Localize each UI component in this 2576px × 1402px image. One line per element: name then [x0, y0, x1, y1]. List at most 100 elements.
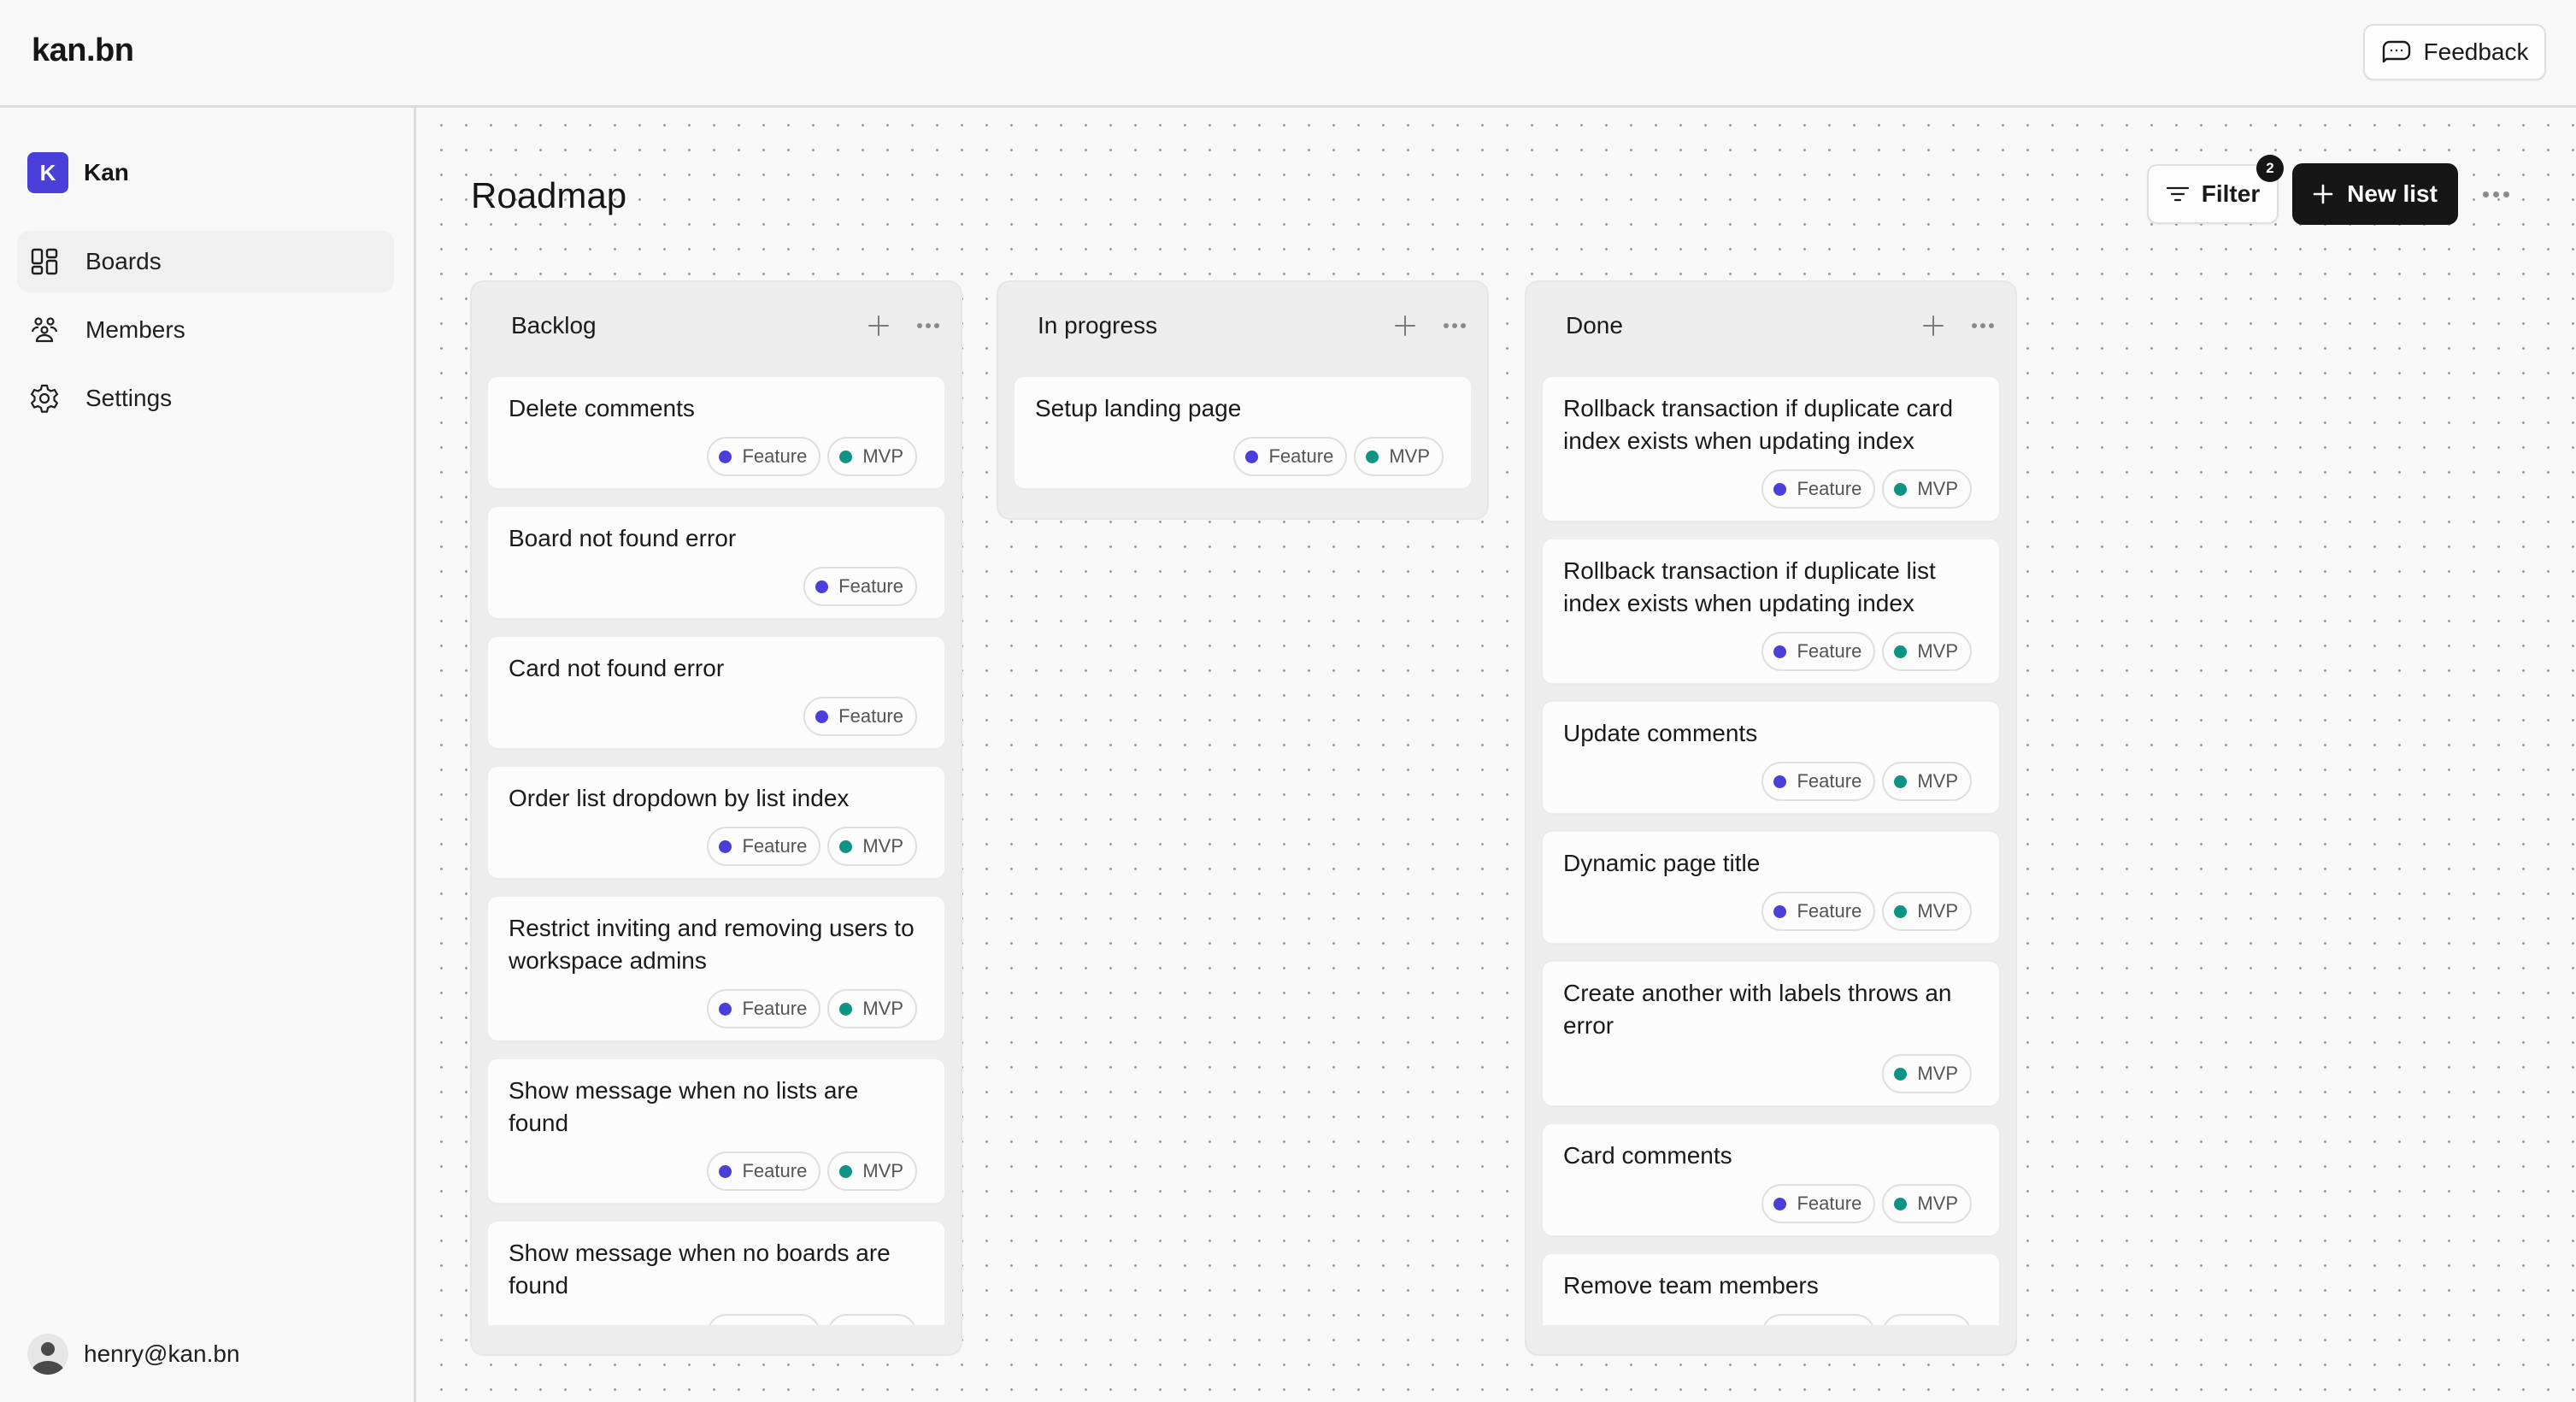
card[interactable]: Show message when no lists are found Feat… — [487, 1058, 945, 1204]
label-feature[interactable]: Feature — [1761, 1184, 1876, 1223]
card-title: Restrict inviting and removing users to … — [509, 915, 915, 974]
card[interactable]: Card not found error Feature — [487, 636, 945, 749]
dot — [2482, 191, 2489, 197]
label-text: MVP — [862, 1160, 903, 1181]
list-title[interactable]: In progress — [1038, 312, 1157, 339]
label-color-dot — [719, 839, 732, 853]
filter-count-badge: 2 — [2256, 155, 2284, 182]
label-text: Feature — [1797, 1193, 1862, 1214]
dot — [1452, 323, 1457, 328]
label-color-dot — [1894, 482, 1908, 496]
avatar-head-shape — [41, 1342, 55, 1356]
label-mvp[interactable]: MVP — [1882, 1184, 1972, 1223]
label-text: Feature — [742, 998, 808, 1019]
label-feature[interactable]: Feature — [803, 567, 917, 606]
filter-icon — [2166, 186, 2189, 202]
card-list: Setup landing page Feature MVP — [1014, 376, 1472, 518]
card-labels: Feature MVP — [509, 989, 924, 1028]
label-mvp[interactable]: MVP — [1354, 437, 1444, 476]
list-more-options-icon[interactable] — [1971, 323, 1995, 328]
label-feature[interactable]: Feature — [803, 697, 917, 736]
sidebar-item-label: Boards — [85, 248, 162, 274]
dot — [1444, 323, 1449, 328]
label-color-dot — [839, 1164, 853, 1178]
label-feature[interactable]: Feature — [1761, 1314, 1876, 1325]
workspace-switcher[interactable]: K Kan — [27, 152, 129, 193]
label-feature[interactable]: Feature — [707, 437, 821, 476]
card-title: Rollback transaction if duplicate card i… — [1563, 395, 1954, 454]
sidebar-item-settings[interactable]: Settings — [17, 368, 394, 429]
label-color-dot — [1894, 645, 1908, 658]
label-feature[interactable]: Feature — [707, 1314, 821, 1325]
add-card-icon[interactable] — [1921, 314, 1945, 338]
card-title: Order list dropdown by list index — [509, 785, 850, 811]
card-labels: Feature MVP — [509, 1314, 924, 1325]
card[interactable]: Order list dropdown by list index Feature… — [487, 766, 945, 879]
label-text: Feature — [1797, 640, 1862, 662]
list-more-options-icon[interactable] — [1443, 323, 1467, 328]
avatar-body-shape — [31, 1361, 65, 1375]
label-feature[interactable]: Feature — [707, 1152, 821, 1191]
card[interactable]: Rollback transaction if duplicate card i… — [1542, 376, 2000, 521]
new-list-button[interactable]: New list — [2292, 163, 2458, 225]
label-mvp[interactable]: MVP — [827, 1152, 917, 1191]
card-labels: Feature MVP — [1563, 1184, 1979, 1223]
sidebar-item-members[interactable]: Members — [17, 299, 394, 361]
card[interactable]: Create another with labels throws an err… — [1542, 961, 2000, 1106]
label-text: Feature — [1268, 445, 1334, 467]
dot — [934, 323, 939, 328]
card[interactable]: Delete comments Feature MVP — [487, 376, 945, 489]
add-card-icon[interactable] — [867, 314, 891, 338]
list-title[interactable]: Done — [1566, 312, 1623, 339]
card[interactable]: Rollback transaction if duplicate list i… — [1542, 539, 2000, 684]
label-mvp[interactable]: MVP — [1882, 762, 1972, 801]
label-color-dot — [839, 450, 853, 463]
card[interactable]: Remove team members Feature MVP — [1542, 1253, 2000, 1325]
list-title[interactable]: Backlog — [511, 312, 597, 339]
card-title: Dynamic page title — [1563, 850, 1761, 876]
label-mvp[interactable]: MVP — [1882, 1314, 1972, 1325]
card[interactable]: Restrict inviting and removing users to … — [487, 896, 945, 1041]
list-more-options-icon[interactable] — [916, 323, 940, 328]
sidebar-nav: Boards Members Settings — [17, 231, 394, 436]
label-mvp[interactable]: MVP — [827, 827, 917, 866]
label-color-dot — [719, 450, 732, 463]
label-mvp[interactable]: MVP — [827, 1314, 917, 1325]
label-feature[interactable]: Feature — [1761, 892, 1876, 931]
feedback-label: Feedback — [2423, 38, 2529, 65]
label-mvp[interactable]: MVP — [827, 437, 917, 476]
label-text: Feature — [742, 1322, 807, 1325]
label-feature[interactable]: Feature — [1761, 469, 1876, 509]
card[interactable]: Setup landing page Feature MVP — [1014, 376, 1472, 489]
board-more-options-button[interactable] — [2479, 180, 2513, 208]
card-title: Rollback transaction if duplicate list i… — [1563, 557, 1936, 616]
app-logo[interactable]: kan.bn — [32, 32, 134, 69]
label-feature[interactable]: Feature — [707, 827, 821, 866]
workspace-name: Kan — [84, 159, 129, 186]
label-mvp[interactable]: MVP — [1882, 892, 1972, 931]
label-feature[interactable]: Feature — [1761, 762, 1876, 801]
feedback-button[interactable]: Feedback — [2363, 24, 2546, 80]
card-title: Remove team members — [1563, 1272, 1819, 1299]
label-color-dot — [719, 1002, 732, 1016]
label-mvp[interactable]: MVP — [1882, 469, 1972, 509]
label-feature[interactable]: Feature — [707, 989, 821, 1028]
user-menu[interactable]: henry@kan.bn — [27, 1334, 240, 1375]
add-card-icon[interactable] — [1393, 314, 1417, 338]
sidebar-item-boards[interactable]: Boards — [17, 231, 394, 292]
label-feature[interactable]: Feature — [1761, 632, 1876, 671]
label-feature[interactable]: Feature — [1233, 437, 1348, 476]
card[interactable]: Dynamic page title Feature MVP — [1542, 831, 2000, 944]
label-mvp[interactable]: MVP — [1882, 1054, 1972, 1093]
card-list: Rollback transaction if duplicate card i… — [1542, 376, 2000, 1325]
user-email: henry@kan.bn — [84, 1340, 240, 1367]
boards-icon — [31, 248, 58, 275]
card[interactable]: Board not found error Feature — [487, 506, 945, 619]
label-mvp[interactable]: MVP — [827, 989, 917, 1028]
card[interactable]: Show message when no boards are found Fea… — [487, 1221, 945, 1325]
label-mvp[interactable]: MVP — [1882, 632, 1972, 671]
label-text: MVP — [862, 835, 903, 857]
list-actions — [1921, 314, 1995, 338]
card[interactable]: Card comments Feature MVP — [1542, 1123, 2000, 1236]
card[interactable]: Update comments Feature MVP — [1542, 701, 2000, 814]
